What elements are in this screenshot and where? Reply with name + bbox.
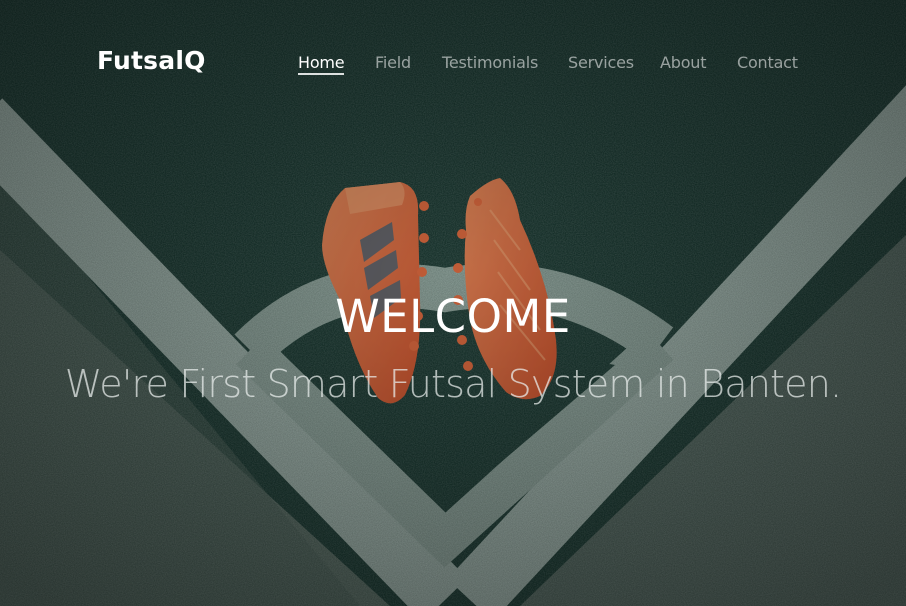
- nav-item-home[interactable]: Home: [298, 53, 345, 75]
- navbar: FutsalQ Home Field Testimonials Services…: [0, 0, 906, 128]
- nav-item-testimonials[interactable]: Testimonials: [442, 53, 538, 72]
- nav-item-services[interactable]: Services: [568, 53, 634, 72]
- nav-item-about[interactable]: About: [660, 53, 707, 72]
- nav-links: Home Field Testimonials Services About C…: [0, 53, 906, 77]
- nav-item-contact[interactable]: Contact: [737, 53, 798, 72]
- hero-heading: WELCOME: [335, 290, 571, 343]
- nav-item-field[interactable]: Field: [375, 53, 411, 72]
- hero-subheading: We're First Smart Futsal System in Bante…: [64, 362, 842, 406]
- hero-section: FutsalQ Home Field Testimonials Services…: [0, 0, 906, 606]
